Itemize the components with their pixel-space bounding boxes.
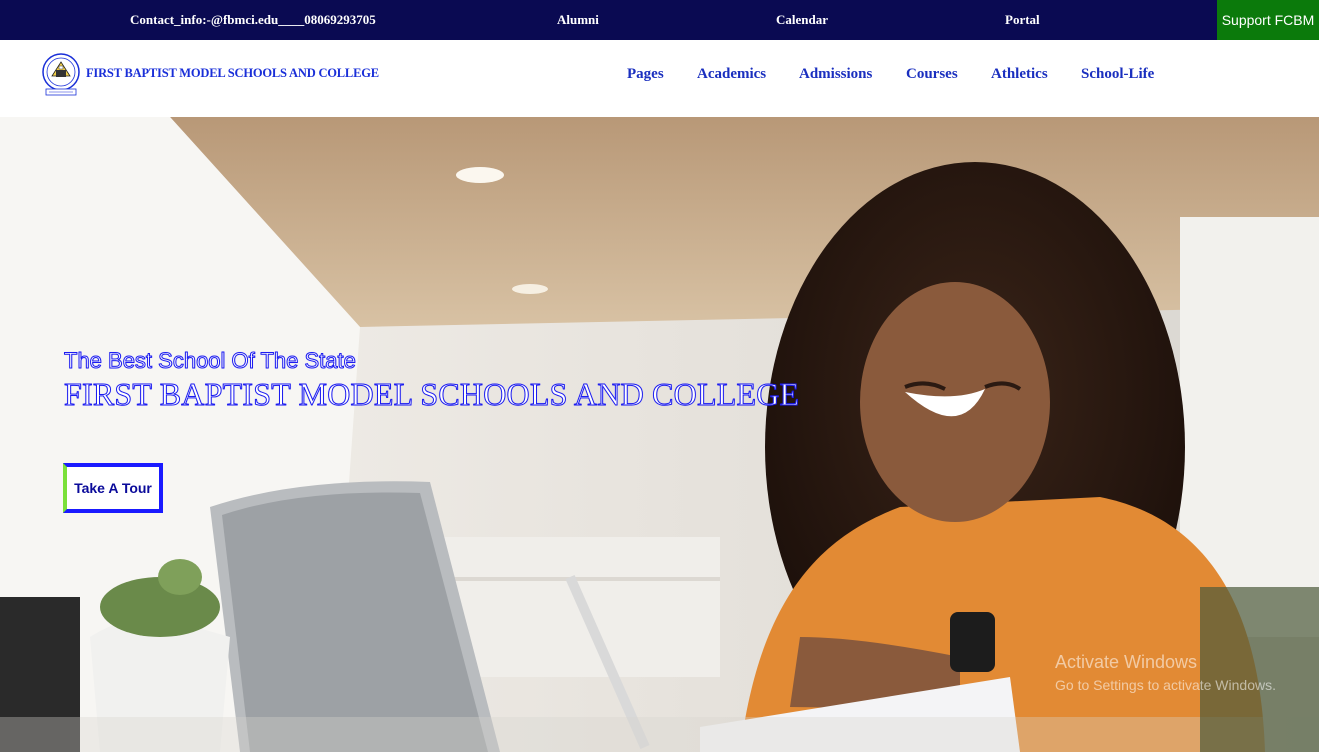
take-a-tour-button[interactable]: Take A Tour (63, 463, 163, 513)
calendar-link[interactable]: Calendar (776, 12, 828, 28)
nav-item-academics[interactable]: Academics (697, 66, 766, 83)
activate-windows-watermark: Activate Windows (1055, 652, 1198, 672)
main-navbar: FIRST BAPTIST MODEL SCHOOLS AND COLLEGE … (0, 40, 1319, 117)
activate-windows-subtext: Go to Settings to activate Windows. (1055, 677, 1276, 693)
nav-item-school-life[interactable]: School-Life (1081, 66, 1154, 83)
nav-item-athletics[interactable]: Athletics (991, 66, 1048, 83)
nav-item-admissions[interactable]: Admissions (799, 66, 872, 83)
top-bar: Contact_info:-@fbmci.edu____08069293705 … (0, 0, 1319, 40)
alumni-link[interactable]: Alumni (557, 12, 599, 28)
school-logo-icon[interactable] (40, 52, 83, 98)
brand-name[interactable]: FIRST BAPTIST MODEL SCHOOLS AND COLLEGE (86, 66, 379, 81)
hero-tagline: The Best School Of The State (64, 348, 357, 374)
nav-item-courses[interactable]: Courses (906, 66, 958, 83)
nav-item-pages[interactable]: Pages (627, 66, 664, 83)
hero-section: The Best School Of The State FIRST BAPTI… (0, 117, 1319, 752)
portal-link[interactable]: Portal (1005, 12, 1040, 28)
support-button[interactable]: Support FCBM (1217, 0, 1319, 40)
contact-info: Contact_info:-@fbmci.edu____08069293705 (130, 12, 376, 27)
hero-title: FIRST BAPTIST MODEL SCHOOLS AND COLLEGE (63, 376, 800, 413)
